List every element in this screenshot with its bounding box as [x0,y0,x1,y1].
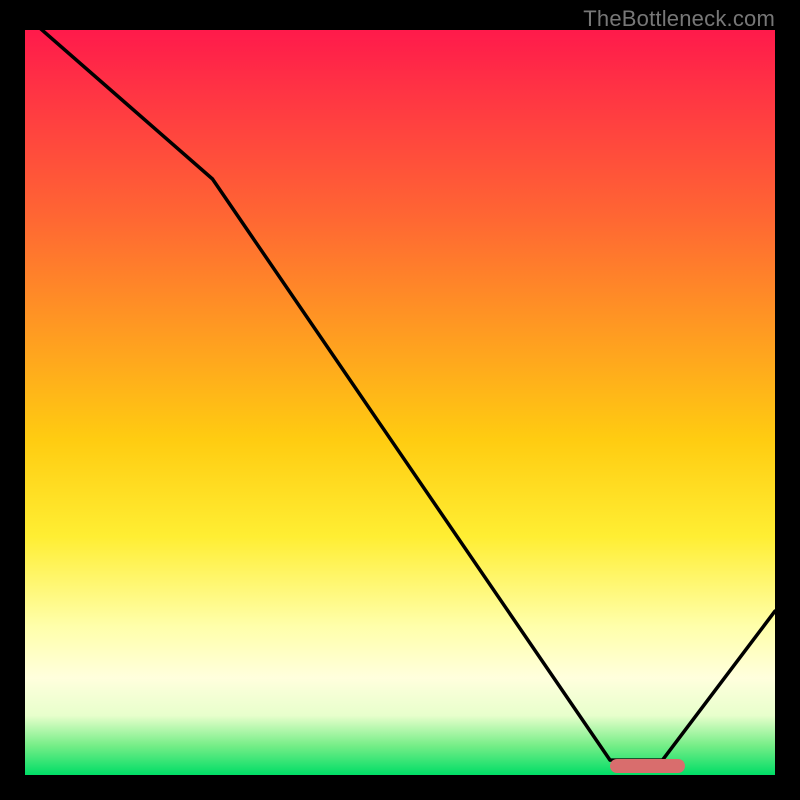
chart-plot-area [25,30,775,775]
optimal-range-marker [610,759,685,773]
chart-line [25,30,775,775]
watermark-text: TheBottleneck.com [583,6,775,32]
